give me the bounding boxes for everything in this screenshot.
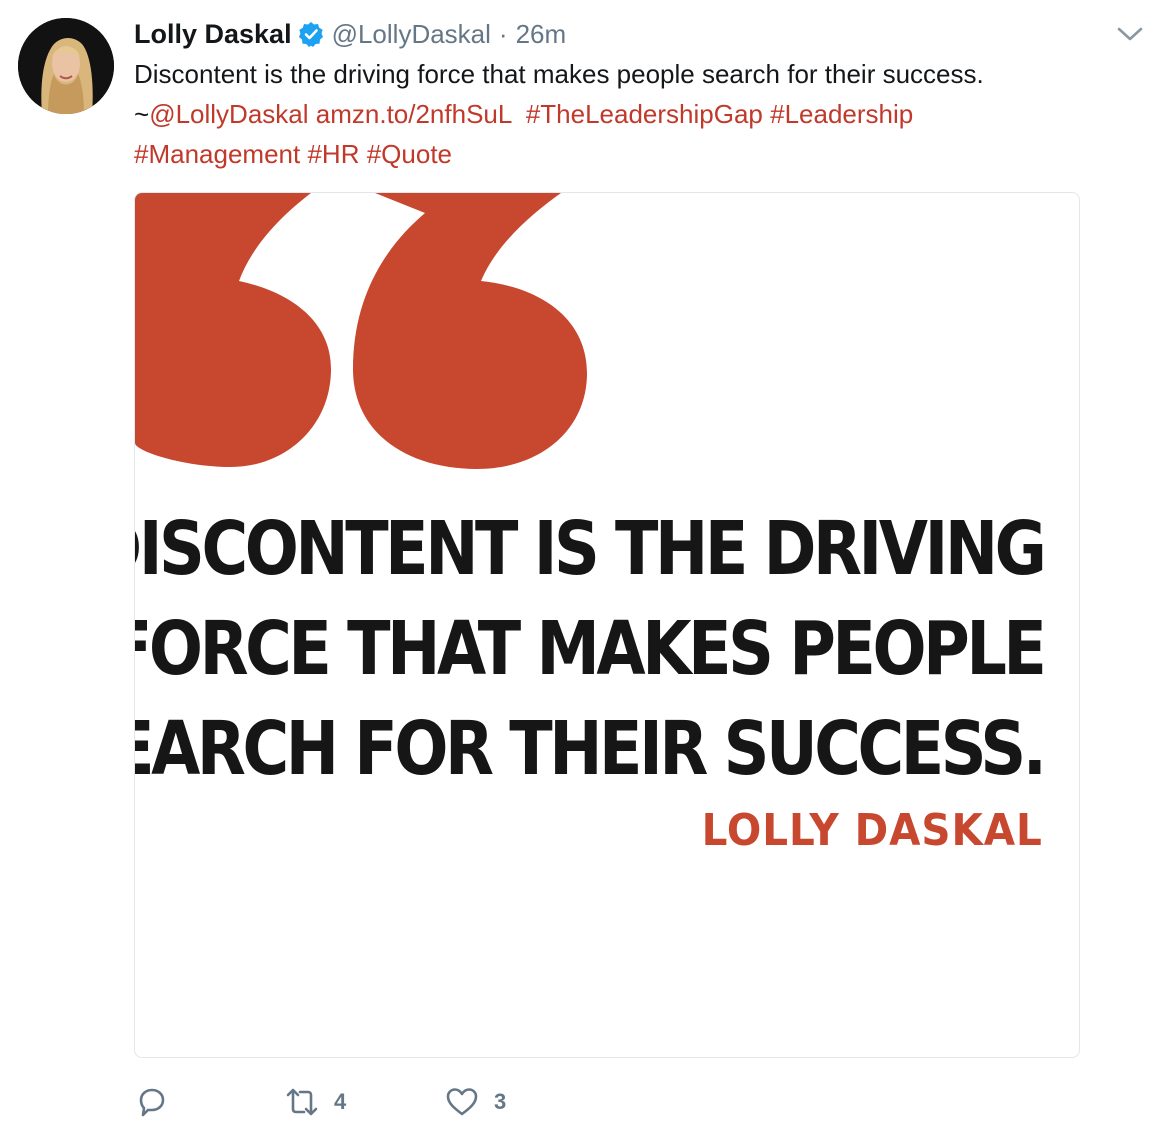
tweet-header: Lolly Daskal @LollyDaskal · 26m — [134, 16, 566, 52]
retweet-icon — [286, 1088, 318, 1116]
tweet-text-line: ~@LollyDaskal amzn.to/2nfhSuL #TheLeader… — [134, 94, 1094, 134]
avatar[interactable] — [18, 18, 114, 114]
timestamp[interactable]: 26m — [516, 19, 567, 50]
hashtag-link[interactable]: #Quote — [367, 139, 452, 169]
like-count: 3 — [494, 1089, 507, 1114]
tweet-text-segment — [511, 99, 525, 129]
like-button[interactable]: 3 — [444, 1084, 604, 1120]
display-name[interactable]: Lolly Daskal — [134, 19, 292, 50]
hashtag-link[interactable]: #Management — [134, 139, 300, 169]
separator-dot: · — [498, 18, 508, 49]
chevron-down-icon[interactable] — [1116, 24, 1144, 44]
url-link[interactable]: amzn.to/2nfhSuL — [316, 99, 512, 129]
tweet-text-line: Discontent is the driving force that mak… — [134, 54, 1094, 94]
quote-text: DISCONTENT IS THE DRIVING FORCE THAT MAKE… — [134, 499, 1046, 799]
hashtag-link[interactable]: #TheLeadershipGap — [526, 99, 763, 129]
tweet-text-segment — [359, 139, 366, 169]
tweet-text-segment: ~ — [134, 99, 150, 129]
quote-marks-icon — [135, 193, 587, 469]
tweet-text-segment: Discontent is the driving force that mak… — [134, 59, 984, 89]
quote-line: SEARCH FOR THEIR SUCCESS. — [134, 706, 1046, 792]
reply-button[interactable] — [134, 1084, 284, 1120]
tweet: Lolly Daskal @LollyDaskal · 26m Disconte… — [0, 0, 1166, 1136]
hashtag-link[interactable]: #HR — [307, 139, 359, 169]
tweet-text-segment — [309, 99, 316, 129]
mention-link[interactable]: @LollyDaskal — [149, 99, 308, 129]
avatar-photo — [18, 18, 114, 114]
heart-icon — [446, 1088, 478, 1116]
retweet-button[interactable]: 4 — [284, 1084, 444, 1120]
hashtag-link[interactable]: #Leadership — [770, 99, 913, 129]
reply-icon — [139, 1088, 165, 1117]
retweet-count: 4 — [334, 1089, 347, 1114]
quote-line: DISCONTENT IS THE DRIVING — [134, 506, 1046, 592]
quote-author: LOLLY DASKAL — [701, 805, 1043, 856]
tweet-text: Discontent is the driving force that mak… — [134, 54, 1094, 174]
user-handle[interactable]: @LollyDaskal — [332, 19, 491, 50]
media-image[interactable]: DISCONTENT IS THE DRIVING FORCE THAT MAKE… — [134, 192, 1080, 1058]
verified-badge-icon — [298, 21, 324, 47]
quote-line: FORCE THAT MAKES PEOPLE — [134, 606, 1046, 692]
tweet-text-line: #Management #HR #Quote — [134, 134, 1094, 174]
tweet-actions: 4 3 — [134, 1082, 604, 1122]
